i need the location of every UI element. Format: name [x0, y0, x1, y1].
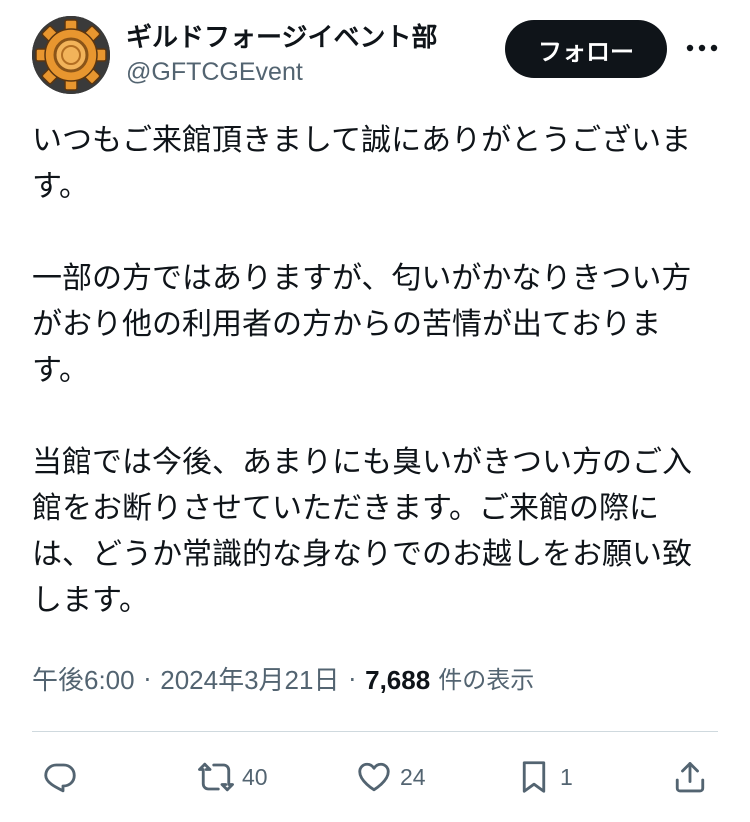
- separator-dot: ·: [143, 666, 152, 694]
- tweet-header: ギルドフォージイベント部 @GFTCGEvent フォロー: [32, 16, 722, 96]
- tweet-date[interactable]: 2024年3月21日: [160, 660, 339, 700]
- tweet-paragraph: 一部の方ではありますが、匂いがかなりきつい方 がおり他の利用者の方からの苦情が出…: [32, 261, 692, 388]
- retweet-icon: [198, 762, 234, 792]
- display-name[interactable]: ギルドフォージイベント部: [126, 22, 437, 54]
- separator-dot: ·: [348, 666, 357, 694]
- bookmark-button[interactable]: 1: [516, 752, 573, 802]
- more-dots-icon: [686, 44, 718, 52]
- like-button[interactable]: 24: [356, 752, 426, 802]
- retweet-count: 40: [242, 763, 268, 790]
- tweet-meta: 午後6:00 · 2024年3月21日 · 7,688 件の表示: [32, 660, 718, 700]
- tweet-paragraph: 当館では今後、あまりにも臭いがきつい方のご入 館をお断りさせていただきます。ご来…: [32, 445, 692, 618]
- reply-button[interactable]: [42, 752, 78, 802]
- views-count[interactable]: 7,688: [365, 660, 430, 700]
- divider: [32, 731, 718, 732]
- action-bar: 40 24 1: [32, 752, 718, 802]
- tweet-paragraph: いつもご来館頂きまして誠にありがとうございま す。: [32, 123, 692, 204]
- bookmark-count: 1: [560, 763, 573, 790]
- reply-icon: [44, 763, 76, 793]
- follow-button[interactable]: フォロー: [505, 20, 667, 78]
- more-options-button[interactable]: [682, 30, 722, 66]
- heart-icon: [358, 762, 390, 792]
- tweet-text: いつもご来館頂きまして誠にありがとうございま す。 一部の方ではありますが、匂い…: [32, 118, 718, 624]
- avatar[interactable]: [32, 16, 110, 94]
- gear-logo-icon: [32, 16, 110, 94]
- views-label: 件の表示: [438, 666, 535, 694]
- share-button[interactable]: [672, 752, 708, 802]
- bookmark-icon: [522, 761, 546, 793]
- share-icon: [675, 762, 705, 793]
- author-info: ギルドフォージイベント部 @GFTCGEvent: [126, 22, 437, 88]
- user-handle[interactable]: @GFTCGEvent: [126, 56, 437, 88]
- tweet-time[interactable]: 午後6:00: [32, 660, 135, 700]
- retweet-button[interactable]: 40: [198, 752, 268, 802]
- like-count: 24: [400, 763, 426, 790]
